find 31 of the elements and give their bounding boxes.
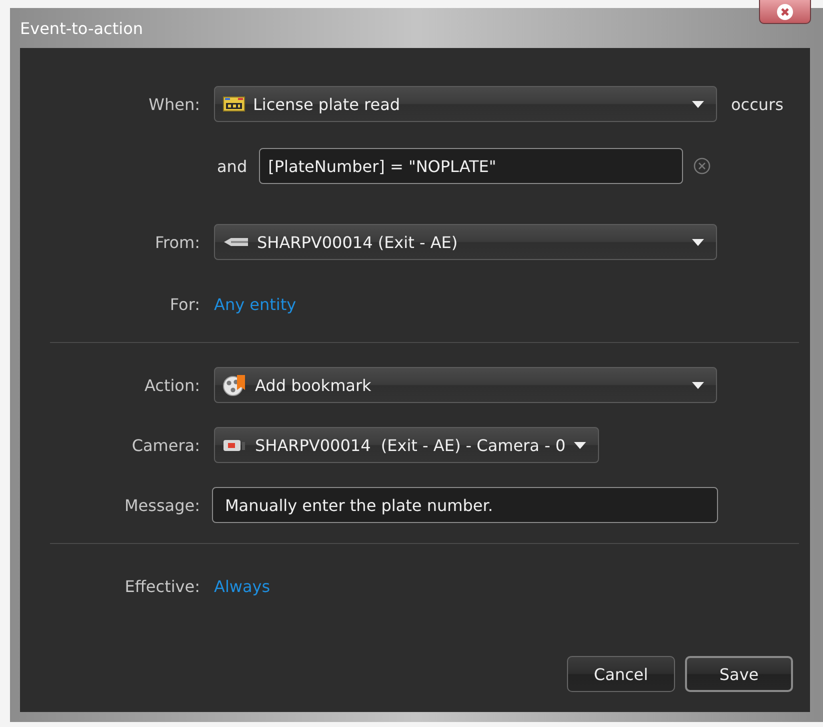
- field-label: Action:: [144, 376, 200, 394]
- close-icon: [776, 2, 794, 20]
- sensor-icon: [223, 236, 249, 248]
- bookmark-icon: [223, 374, 247, 396]
- link[interactable]: Any entity: [214, 294, 296, 314]
- message-field[interactable]: Manually enter the plate number.: [212, 487, 718, 523]
- field-label: occurs: [731, 94, 784, 114]
- license-plate-icon: [223, 96, 245, 112]
- field-label: From:: [154, 232, 200, 252]
- field-label: Camera:: [130, 436, 200, 454]
- dropdown[interactable]: SHARPV00014 (Exit - AE) - Camera - 0: [214, 427, 599, 463]
- camera-icon: [223, 438, 247, 452]
- caret-icon: [692, 100, 704, 108]
- link[interactable]: Always: [214, 576, 270, 596]
- clear-icon: [693, 157, 712, 175]
- dialog-button[interactable]: Save: [685, 656, 793, 692]
- condition-field[interactable]: [PlateNumber] = "NOPLATE": [259, 148, 684, 184]
- dropdown[interactable]: SHARPV00014 (Exit - AE): [214, 224, 717, 260]
- dropdown[interactable]: License plate read: [214, 86, 717, 122]
- caret-icon: [574, 442, 586, 448]
- close-button[interactable]: [759, 0, 811, 24]
- field-label: Effective:: [124, 576, 200, 596]
- field-label: When:: [148, 94, 200, 114]
- caret-icon: [692, 238, 704, 246]
- caret-icon: [692, 382, 704, 388]
- dropdown[interactable]: Add bookmark: [214, 367, 717, 403]
- field-label: Message:: [123, 496, 200, 514]
- field-label: and: [217, 156, 248, 176]
- field-label: For:: [168, 294, 200, 314]
- window-title: Event-to-action: [20, 18, 143, 38]
- dialog-button[interactable]: Cancel: [567, 656, 675, 692]
